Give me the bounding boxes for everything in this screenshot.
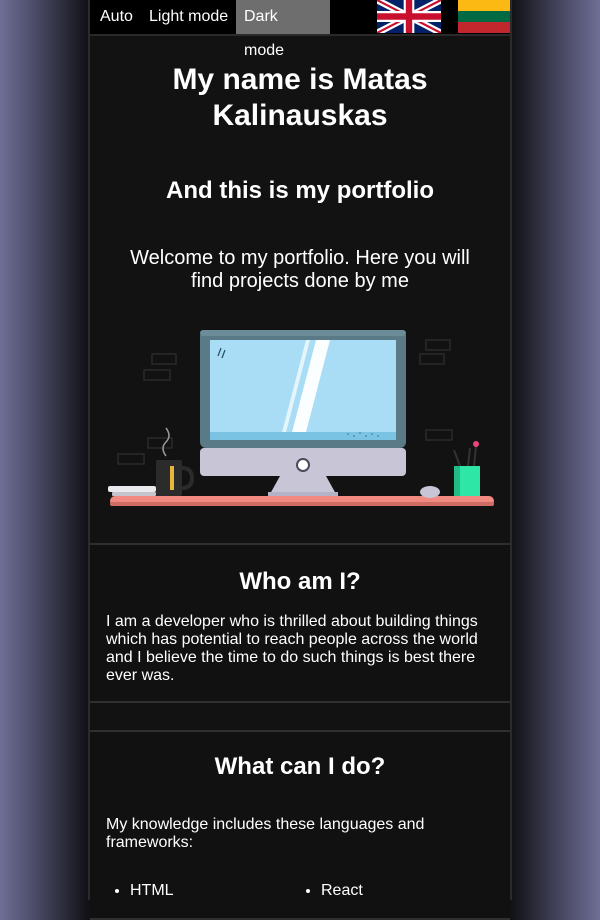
- skills-text: My knowledge includes these languages an…: [106, 816, 425, 851]
- list-item: HTML: [130, 882, 174, 900]
- skills-section: What can I do? My knowledge includes the…: [90, 730, 510, 920]
- list-item: React: [321, 882, 363, 900]
- skills-list-left: HTML: [106, 882, 174, 900]
- portfolio-page: Auto Light mode Dark mode My name is Mat…: [88, 0, 512, 920]
- welcome-text: Welcome to my portfolio. Here you will f…: [130, 247, 470, 292]
- top-navigation-bar: Auto Light mode Dark mode: [90, 0, 510, 59]
- lithuania-flag-icon[interactable]: [458, 0, 510, 33]
- uk-flag-icon[interactable]: [377, 0, 441, 33]
- skills-list-right: React: [297, 882, 363, 900]
- mode-auto-button[interactable]: Auto: [92, 0, 141, 34]
- mode-light-button[interactable]: Light mode: [141, 0, 236, 34]
- about-title: Who am I?: [239, 568, 361, 595]
- about-section: Who am I? I am a developer who is thrill…: [90, 543, 510, 703]
- skills-title: What can I do?: [214, 753, 386, 780]
- about-text: I am a developer who is thrilled about b…: [106, 613, 478, 684]
- page-subtitle: And this is my portfolio: [166, 177, 434, 204]
- page-title: My name is Matas Kalinauskas: [172, 63, 428, 132]
- mode-dark-button[interactable]: Dark mode: [236, 0, 330, 59]
- desk-computer-illustration: [108, 315, 498, 517]
